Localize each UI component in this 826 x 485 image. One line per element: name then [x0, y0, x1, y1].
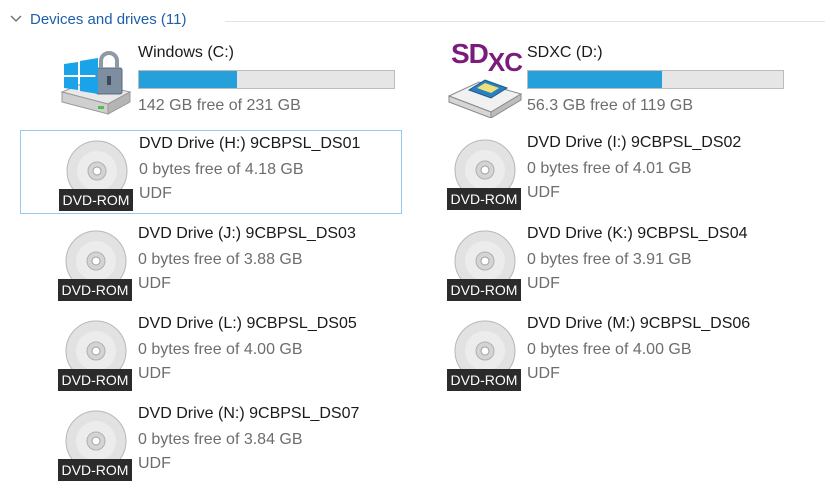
- drive-filesystem: UDF: [138, 275, 171, 292]
- drive-tile-n[interactable]: DVD-ROM DVD Drive (N:) 9CBPSL_DS07 0 byt…: [20, 401, 402, 485]
- dvd-disc-icon: DVD-ROM: [447, 136, 523, 210]
- sdxc-logo-sd: SD: [451, 38, 489, 69]
- drive-name: DVD Drive (K:) 9CBPSL_DS04: [527, 225, 748, 242]
- drive-name: Windows (C:): [138, 44, 235, 61]
- drive-name: DVD Drive (J:) 9CBPSL_DS03: [138, 225, 356, 242]
- drive-free-space: 0 bytes free of 4.00 GB: [527, 341, 692, 358]
- drive-tile-k[interactable]: DVD-ROM DVD Drive (K:) 9CBPSL_DS04 0 byt…: [409, 221, 791, 305]
- dvd-rom-badge: DVD-ROM: [447, 369, 521, 391]
- dvd-rom-badge: DVD-ROM: [58, 369, 132, 391]
- drive-tile-m[interactable]: DVD-ROM DVD Drive (M:) 9CBPSL_DS06 0 byt…: [409, 311, 791, 395]
- drive-free-space: 0 bytes free of 3.84 GB: [138, 431, 303, 448]
- sdxc-card-icon: SDXC: [447, 38, 523, 118]
- drive-free-space: 0 bytes free of 3.88 GB: [138, 251, 303, 268]
- dvd-disc-icon: DVD-ROM: [59, 137, 135, 211]
- drive-filesystem: UDF: [527, 275, 560, 292]
- dvd-rom-badge: DVD-ROM: [58, 459, 132, 481]
- dvd-rom-badge: DVD-ROM: [447, 279, 521, 301]
- drive-name: DVD Drive (M:) 9CBPSL_DS06: [527, 315, 751, 332]
- usage-bar-fill: [528, 71, 663, 88]
- usage-bar: [527, 70, 784, 89]
- usage-bar: [138, 70, 395, 89]
- drive-name: DVD Drive (I:) 9CBPSL_DS02: [527, 134, 742, 151]
- drive-filesystem: UDF: [527, 184, 560, 201]
- dvd-disc-icon: DVD-ROM: [447, 317, 523, 391]
- drive-name: DVD Drive (L:) 9CBPSL_DS05: [138, 315, 357, 332]
- drive-free-space: 0 bytes free of 4.01 GB: [527, 160, 692, 177]
- drive-filesystem: UDF: [138, 365, 171, 382]
- dvd-disc-icon: DVD-ROM: [58, 227, 134, 301]
- group-divider: [225, 21, 825, 22]
- sdxc-logo-xc: XC: [487, 47, 523, 77]
- drive-free-space: 0 bytes free of 4.18 GB: [139, 161, 304, 178]
- dvd-disc-icon: DVD-ROM: [58, 317, 134, 391]
- drive-tile-i[interactable]: DVD-ROM DVD Drive (I:) 9CBPSL_DS02 0 byt…: [409, 130, 791, 214]
- drive-tile-l[interactable]: DVD-ROM DVD Drive (L:) 9CBPSL_DS05 0 byt…: [20, 311, 402, 395]
- devices-and-drives-header[interactable]: Devices and drives (11): [0, 6, 826, 34]
- drive-free-space: 56.3 GB free of 119 GB: [527, 97, 694, 114]
- drive-name: SDXC (D:): [527, 44, 603, 61]
- drive-tile-h[interactable]: DVD-ROM DVD Drive (H:) 9CBPSL_DS01 0 byt…: [20, 130, 402, 214]
- dvd-disc-icon: DVD-ROM: [58, 407, 134, 481]
- drive-tile-d[interactable]: SDXC SDXC (D:) 56.3 GB free of 119 GB: [409, 38, 791, 124]
- drive-free-space: 0 bytes free of 4.00 GB: [138, 341, 303, 358]
- drive-filesystem: UDF: [139, 185, 172, 202]
- dvd-disc-icon: DVD-ROM: [447, 227, 523, 301]
- drive-name: DVD Drive (N:) 9CBPSL_DS07: [138, 405, 360, 422]
- drive-tile-c[interactable]: Windows (C:) 142 GB free of 231 GB: [20, 40, 402, 124]
- usage-bar-fill: [139, 71, 238, 88]
- dvd-rom-badge: DVD-ROM: [59, 189, 133, 211]
- drive-name: DVD Drive (H:) 9CBPSL_DS01: [139, 135, 361, 152]
- sdxc-logo: SDXC: [451, 38, 523, 77]
- dvd-rom-badge: DVD-ROM: [447, 188, 521, 210]
- chevron-down-icon[interactable]: [9, 14, 23, 24]
- dvd-rom-badge: DVD-ROM: [58, 279, 132, 301]
- drive-filesystem: UDF: [527, 365, 560, 382]
- drive-free-space: 0 bytes free of 3.91 GB: [527, 251, 692, 268]
- drive-filesystem: UDF: [138, 455, 171, 472]
- drive-tile-j[interactable]: DVD-ROM DVD Drive (J:) 9CBPSL_DS03 0 byt…: [20, 221, 402, 305]
- card-reader-icon: [447, 79, 523, 118]
- group-title: Devices and drives (11): [30, 11, 187, 28]
- drive-free-space: 142 GB free of 231 GB: [138, 97, 301, 114]
- windows-drive-icon: [60, 51, 132, 115]
